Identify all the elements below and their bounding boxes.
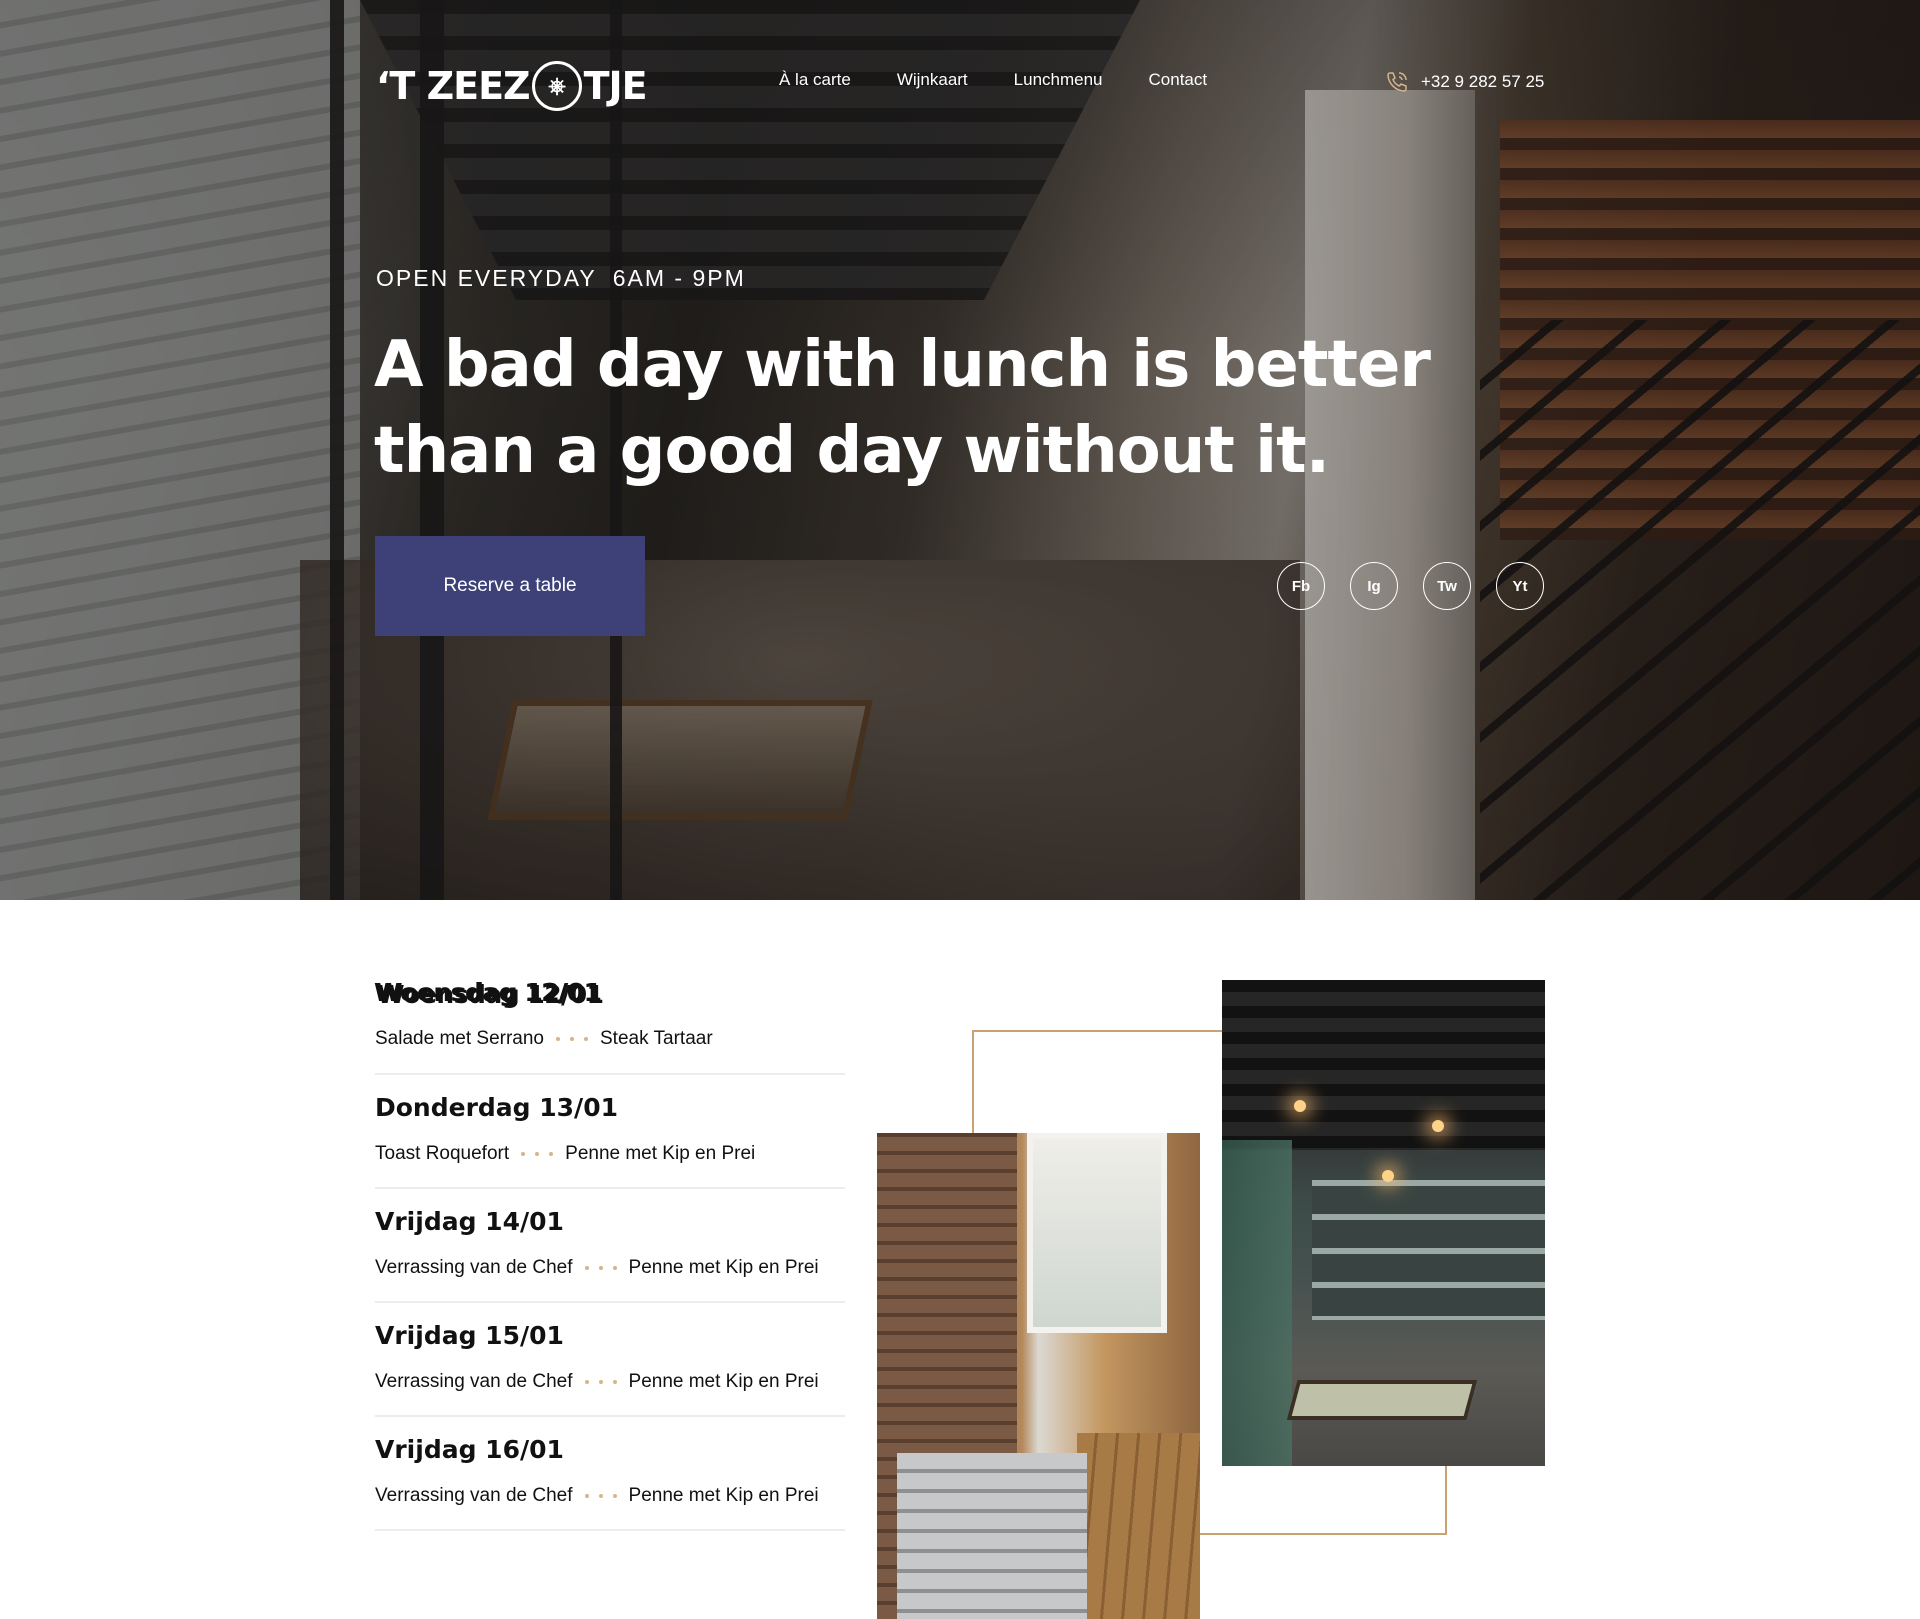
restaurant-bar-photo bbox=[1222, 980, 1545, 1466]
day-dishes: Verrassing van de Chef Penne met Kip en … bbox=[375, 1485, 819, 1507]
dish: Penne met Kip en Prei bbox=[628, 1371, 819, 1392]
dish: Verrassing van de Chef bbox=[375, 1257, 573, 1278]
phone-number: +32 9 282 57 25 bbox=[1421, 72, 1545, 91]
dots-divider-icon bbox=[521, 1152, 554, 1156]
restaurant-stairs-photo bbox=[877, 1133, 1200, 1619]
day-title: Donderdag 13/01 bbox=[375, 1093, 618, 1122]
opening-hours: OPEN EVERYDAY 6AM - 9PM bbox=[376, 265, 746, 292]
day-title: Vrijdag 15/01 bbox=[375, 1321, 564, 1350]
menu-day: Woensdag 12/01 Salade met Serrano Steak … bbox=[375, 978, 845, 1075]
reserve-table-button[interactable]: Reserve a table bbox=[375, 536, 645, 636]
hours-time: 6AM - 9PM bbox=[612, 265, 746, 291]
menu-day: Vrijdag 16/01 Verrassing van de Chef Pen… bbox=[375, 1417, 845, 1531]
menu-day: Vrijdag 14/01 Verrassing van de Chef Pen… bbox=[375, 1189, 845, 1303]
dish: Penne met Kip en Prei bbox=[628, 1257, 819, 1278]
day-title: Vrijdag 14/01 bbox=[375, 1207, 564, 1236]
nav-a-la-carte[interactable]: À la carte bbox=[779, 70, 851, 90]
site-logo[interactable]: ‘T ZEEZ ⎈ TJE bbox=[376, 58, 648, 114]
day-dishes: Toast Roquefort Penne met Kip en Prei bbox=[375, 1143, 755, 1165]
hours-label: OPEN EVERYDAY bbox=[376, 265, 597, 291]
dish: Penne met Kip en Prei bbox=[628, 1485, 819, 1506]
day-title: Vrijdag 16/01 bbox=[375, 1435, 564, 1464]
dots-divider-icon bbox=[556, 1037, 588, 1041]
photo-window bbox=[1027, 1133, 1167, 1333]
nav-lunchmenu[interactable]: Lunchmenu bbox=[1014, 70, 1103, 90]
social-links: Fb Ig Tw Yt bbox=[1277, 562, 1544, 610]
photo-glass-wall bbox=[1222, 1140, 1292, 1466]
dots-divider-icon bbox=[584, 1266, 617, 1270]
photo-ceiling bbox=[1222, 980, 1545, 1150]
dish: Toast Roquefort bbox=[375, 1143, 510, 1164]
main-nav: À la carte Wijnkaart Lunchmenu Contact bbox=[779, 70, 1207, 90]
day-dishes: Salade met Serrano Steak Tartaar bbox=[375, 1028, 713, 1050]
instagram-link[interactable]: Ig bbox=[1350, 562, 1398, 610]
photo-bar-shelves bbox=[1312, 1180, 1545, 1320]
dots-divider-icon bbox=[584, 1494, 617, 1498]
photo-steps bbox=[897, 1453, 1087, 1619]
decorative-gold-frame bbox=[1200, 1465, 1447, 1535]
decorative-gold-frame bbox=[972, 1030, 1222, 1140]
menu-day: Vrijdag 15/01 Verrassing van de Chef Pen… bbox=[375, 1303, 845, 1417]
logo-text-left: ‘T ZEEZ bbox=[376, 64, 531, 108]
hero-headline: A bad day with lunch is better than a go… bbox=[374, 328, 1431, 488]
ship-wheel-icon: ⎈ bbox=[531, 61, 582, 111]
lamp-icon bbox=[1294, 1100, 1306, 1112]
logo-text-right: TJE bbox=[583, 64, 648, 108]
dish: Salade met Serrano bbox=[375, 1028, 544, 1049]
day-title: Woensdag 12/01 bbox=[375, 978, 602, 1007]
dish: Verrassing van de Chef bbox=[375, 1485, 573, 1506]
lunch-menu-list: Woensdag 12/01 Salade met Serrano Steak … bbox=[375, 978, 845, 1531]
phone-icon bbox=[1387, 72, 1407, 92]
day-dishes: Verrassing van de Chef Penne met Kip en … bbox=[375, 1257, 819, 1279]
lamp-icon bbox=[1432, 1120, 1444, 1132]
photo-table bbox=[1286, 1380, 1478, 1420]
hero-section: ‘T ZEEZ ⎈ TJE À la carte Wijnkaart Lunch… bbox=[0, 0, 1920, 900]
dish: Penne met Kip en Prei bbox=[565, 1143, 756, 1164]
nav-contact[interactable]: Contact bbox=[1149, 70, 1208, 90]
menu-day: Donderdag 13/01 Toast Roquefort Penne me… bbox=[375, 1075, 845, 1189]
nav-wijnkaart[interactable]: Wijnkaart bbox=[897, 70, 968, 90]
youtube-link[interactable]: Yt bbox=[1496, 562, 1544, 610]
twitter-link[interactable]: Tw bbox=[1423, 562, 1471, 610]
dish: Steak Tartaar bbox=[600, 1028, 713, 1049]
day-dishes: Verrassing van de Chef Penne met Kip en … bbox=[375, 1371, 819, 1393]
photo-wood-floor bbox=[1077, 1433, 1200, 1619]
lamp-icon bbox=[1382, 1170, 1394, 1182]
dots-divider-icon bbox=[584, 1380, 617, 1384]
phone-link[interactable]: +32 9 282 57 25 bbox=[1385, 70, 1544, 94]
dish: Verrassing van de Chef bbox=[375, 1371, 573, 1392]
facebook-link[interactable]: Fb bbox=[1277, 562, 1325, 610]
